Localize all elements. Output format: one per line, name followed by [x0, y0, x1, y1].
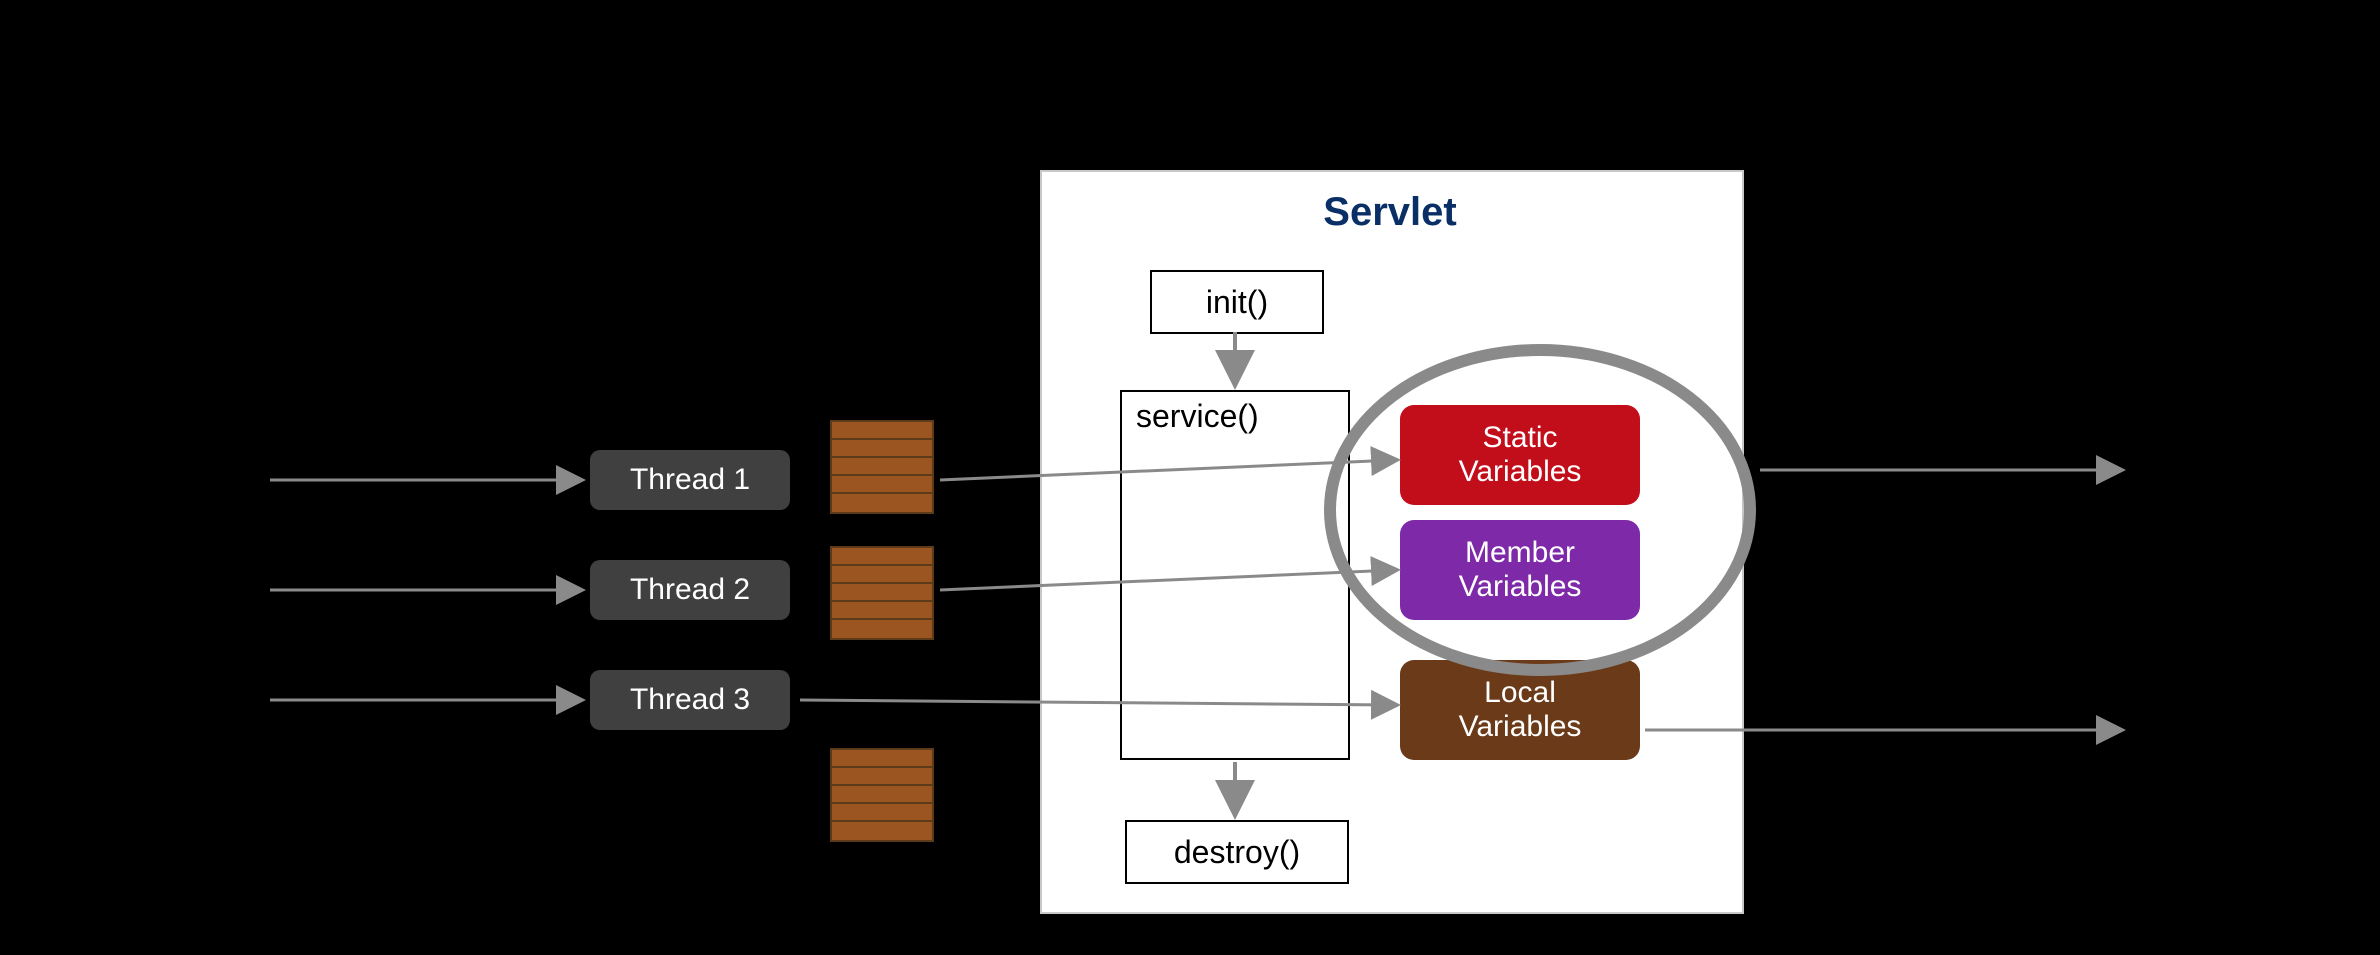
arrow-thread2-member — [940, 570, 1395, 590]
arrow-thread1-static — [940, 460, 1395, 480]
arrow-thread3-local — [800, 700, 1395, 705]
